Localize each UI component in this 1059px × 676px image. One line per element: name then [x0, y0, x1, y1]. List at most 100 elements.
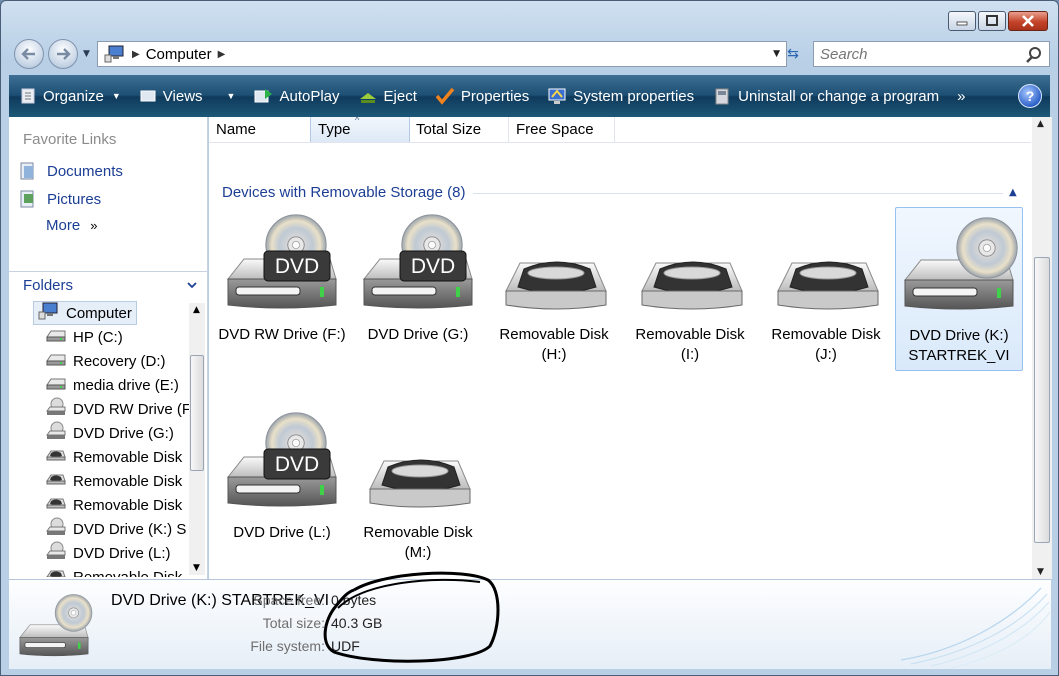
address-bar[interactable]: ▶ Computer ▶ ▼ — [97, 41, 787, 67]
breadcrumb-separator-icon[interactable]: ▶ — [132, 49, 140, 60]
column-header-label: Free Space — [516, 121, 594, 138]
scrollbar-thumb[interactable] — [190, 355, 204, 471]
autoplay-icon — [254, 89, 273, 103]
recent-pages-dropdown[interactable]: ▼ — [83, 49, 90, 59]
drive-item[interactable]: DVD DVD Drive (L:) — [217, 405, 347, 571]
favorite-link-label: Pictures — [47, 190, 102, 208]
details-label: Total size: — [262, 615, 325, 631]
tree-item[interactable]: DVD Drive (L:) — [45, 541, 171, 565]
drive-item[interactable]: DVD DVD Drive (G:) — [353, 207, 483, 373]
close-icon[interactable] — [1008, 11, 1048, 31]
explorer-window: ▼ ▶ Computer ▶ ▼ ⇆ Organize ▼ — [0, 0, 1059, 676]
more-commands-icon[interactable]: » — [957, 88, 965, 105]
file-list-scrollbar[interactable]: ▲ ▼ — [1032, 117, 1052, 579]
views-menu[interactable]: Views ▼ — [139, 87, 235, 105]
minimize-icon[interactable] — [948, 11, 976, 31]
refresh-icon[interactable]: ⇆ — [781, 43, 805, 65]
properties-button[interactable]: Properties — [435, 87, 529, 105]
hard-drive-icon — [45, 375, 67, 395]
cd-drive-icon — [13, 592, 95, 664]
column-header-type[interactable]: ^ Type — [310, 115, 410, 142]
dvd-drive-icon — [45, 517, 67, 541]
drive-item[interactable]: Removable Disk (J:) — [761, 207, 891, 373]
dvd-drive-icon — [45, 421, 67, 445]
removable-disk-icon — [630, 207, 750, 321]
documents-icon — [20, 162, 34, 180]
drive-item[interactable]: DVD DVD RW Drive (F:) — [217, 207, 347, 373]
eject-icon — [359, 93, 376, 103]
drive-label: DVD Drive (K:) — [909, 327, 1009, 344]
tree-item[interactable]: DVD Drive (K:) S — [45, 517, 186, 541]
scrollbar-thumb[interactable] — [1034, 257, 1050, 543]
chevron-down-icon[interactable] — [186, 279, 198, 291]
tree-item[interactable]: Removable Disk — [45, 445, 182, 469]
tree-item-label: Removable Disk — [73, 568, 183, 578]
drive-item[interactable]: Removable Disk (I:) — [625, 207, 755, 373]
column-header-label: Total Size — [416, 121, 482, 138]
tree-item-computer[interactable]: Computer — [33, 301, 137, 325]
scroll-up-icon[interactable]: ▲ — [1037, 119, 1044, 129]
help-icon[interactable]: ? — [1018, 84, 1042, 108]
organize-menu[interactable]: Organize ▼ — [19, 87, 121, 105]
forward-button[interactable] — [48, 39, 78, 69]
uninstall-program-icon — [715, 88, 729, 105]
scroll-up-icon[interactable]: ▲ — [193, 305, 200, 315]
maximize-icon[interactable] — [978, 11, 1006, 31]
search-box[interactable] — [813, 41, 1050, 67]
views-label: Views — [162, 87, 203, 105]
eject-button[interactable]: Eject — [358, 87, 417, 105]
pictures-icon — [20, 190, 34, 208]
drive-item[interactable]: Removable Disk (H:) — [489, 207, 619, 373]
tree-item-label: Recovery (D:) — [73, 352, 166, 370]
system-properties-button[interactable]: System properties — [547, 87, 694, 105]
favorite-link-documents[interactable]: Documents — [19, 161, 123, 181]
favorite-links-heading: Favorite Links — [23, 131, 117, 148]
drive-item[interactable]: Removable Disk (M:) — [353, 405, 483, 571]
dvd-drive-icon — [45, 397, 67, 421]
navigation-bar: ▼ ▶ Computer ▶ ▼ ⇆ — [11, 37, 1050, 71]
system-properties-label: System properties — [573, 87, 695, 105]
search-icon[interactable] — [1025, 46, 1043, 64]
tree-item[interactable]: DVD RW Drive (F — [45, 397, 189, 421]
tree-item[interactable]: Removable Disk — [45, 565, 182, 577]
uninstall-program-button[interactable]: Uninstall or change a program — [712, 86, 939, 106]
breadcrumb-separator-icon[interactable]: ▶ — [218, 49, 226, 60]
scroll-down-icon[interactable]: ▼ — [1037, 567, 1044, 577]
tree-item[interactable]: Recovery (D:) — [45, 349, 166, 373]
uninstall-program-label: Uninstall or change a program — [738, 87, 940, 105]
favorite-link-pictures[interactable]: Pictures — [19, 189, 101, 209]
tree-item-label: DVD RW Drive (F — [73, 400, 189, 418]
tree-item[interactable]: Removable Disk — [45, 469, 182, 493]
folder-tree-scrollbar[interactable]: ▲ ▼ — [189, 303, 205, 575]
back-button[interactable] — [14, 39, 44, 69]
column-header-label: Type — [318, 121, 351, 138]
breadcrumb-computer[interactable]: Computer — [146, 46, 212, 63]
chevron-down-icon: ▼ — [111, 91, 121, 101]
favorite-link-more[interactable]: More » — [46, 217, 97, 234]
tree-item-label: DVD Drive (G:) — [73, 424, 174, 442]
folders-header[interactable]: Folders — [9, 271, 208, 299]
hard-drive-icon — [45, 351, 67, 371]
drive-item[interactable]: DVD Drive (K:) STARTREK_VI — [895, 207, 1023, 371]
group-header[interactable]: Devices with Removable Storage (8) — [222, 184, 465, 201]
column-headers: Name ^ Type Total Size Free Space — [209, 115, 1031, 143]
arrow-left-icon — [21, 48, 35, 60]
column-header-total-size[interactable]: Total Size — [409, 117, 509, 142]
tree-item[interactable]: media drive (E:) — [45, 373, 179, 397]
drive-sublabel: (H:) — [541, 346, 567, 363]
tree-item[interactable]: DVD Drive (G:) — [45, 421, 174, 445]
tree-item[interactable]: Removable Disk — [45, 493, 182, 517]
system-properties-icon — [548, 88, 566, 104]
column-header-name[interactable]: Name — [209, 117, 311, 142]
tree-item[interactable]: HP (C:) — [45, 325, 123, 349]
cd-drive-icon — [899, 208, 1019, 322]
tree-item-label: Removable Disk — [73, 496, 183, 514]
drive-label: DVD Drive (L:) — [233, 524, 331, 541]
scroll-down-icon[interactable]: ▼ — [193, 563, 200, 573]
address-dropdown-icon[interactable]: ▼ — [773, 49, 780, 59]
column-header-free-space[interactable]: Free Space — [509, 117, 615, 142]
collapse-group-icon[interactable]: ▲ — [1009, 187, 1017, 198]
search-input[interactable] — [820, 45, 1010, 63]
tree-item-label: Removable Disk — [73, 448, 183, 466]
autoplay-button[interactable]: AutoPlay — [253, 87, 340, 105]
